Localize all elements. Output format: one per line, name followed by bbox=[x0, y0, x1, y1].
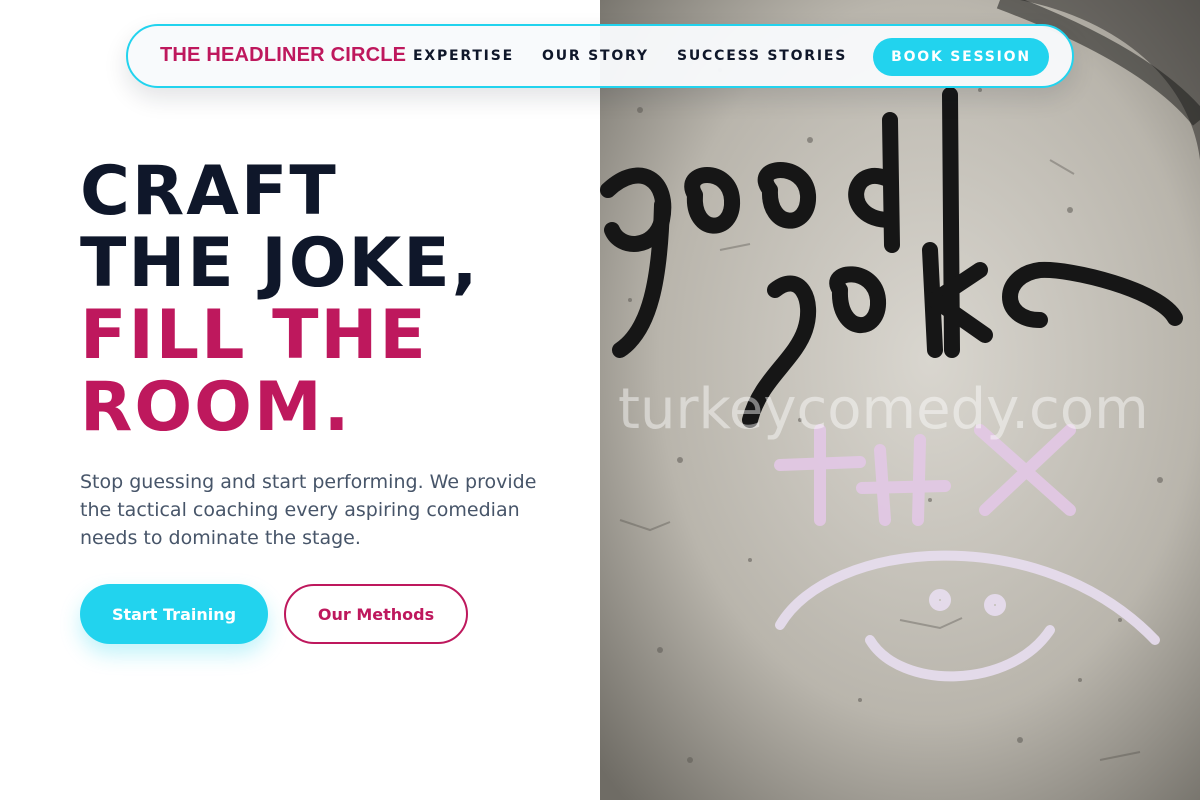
hero-title-line-3: FILL THE bbox=[80, 296, 428, 375]
hero-description: Stop guessing and start performing. We p… bbox=[80, 471, 537, 549]
brand-logo[interactable]: THE HEADLINER CIRCLE bbox=[160, 44, 406, 67]
graffiti-wall-image: turkeycomedy.com bbox=[600, 0, 1200, 800]
start-training-button[interactable]: Start Training bbox=[80, 584, 268, 644]
watermark-text: turkeycomedy.com bbox=[618, 377, 1149, 442]
hero-title-line-4: ROOM. bbox=[80, 368, 352, 447]
our-methods-button[interactable]: Our Methods bbox=[284, 584, 468, 644]
book-session-button[interactable]: BOOK SESSION bbox=[873, 38, 1049, 76]
hero-photo: turkeycomedy.com bbox=[600, 0, 1200, 800]
top-navigation: THE HEADLINER CIRCLE EXPERTISE OUR STORY… bbox=[126, 24, 1074, 88]
nav-link-our-story[interactable]: OUR STORY bbox=[542, 48, 649, 64]
nav-link-success-stories[interactable]: SUCCESS STORIES bbox=[677, 48, 847, 64]
hero-title: CRAFT THE JOKE, FILL THE ROOM. bbox=[80, 156, 480, 444]
hero-title-line-2: THE JOKE, bbox=[80, 224, 480, 303]
nav-link-expertise[interactable]: EXPERTISE bbox=[413, 48, 514, 64]
hero-title-line-1: CRAFT bbox=[80, 152, 338, 231]
